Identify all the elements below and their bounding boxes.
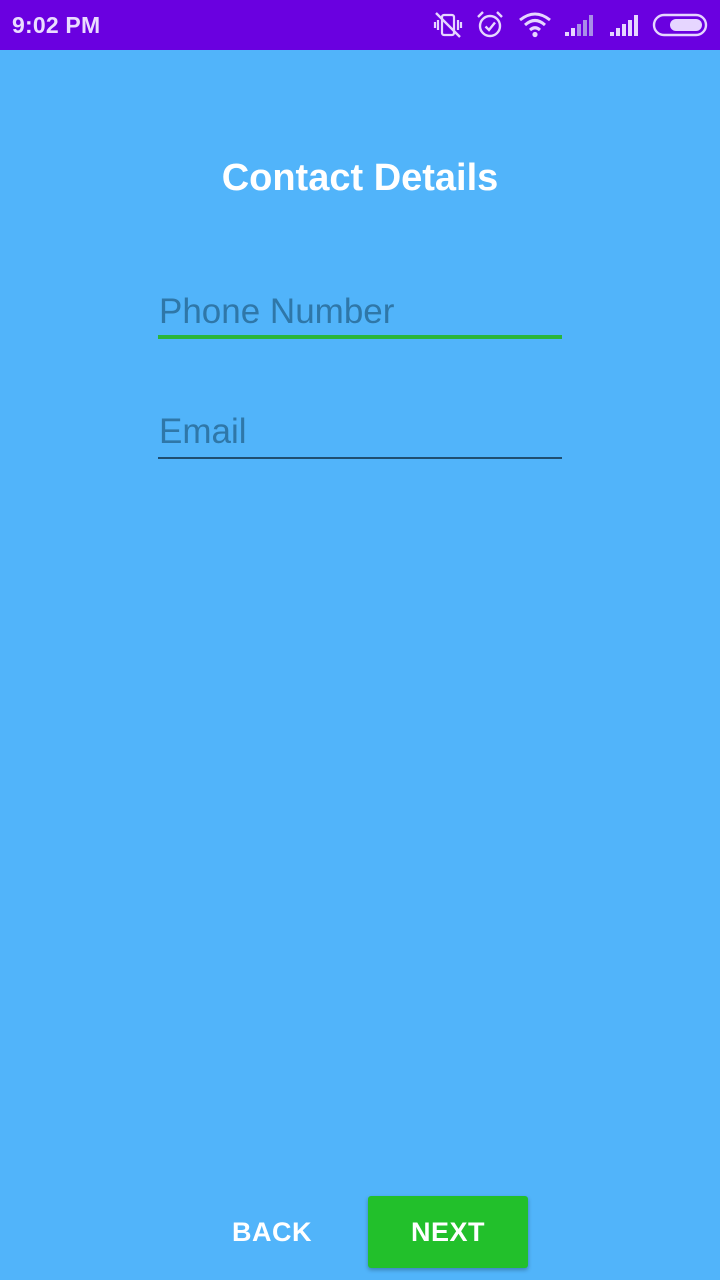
next-button[interactable]: NEXT	[368, 1196, 528, 1268]
alarm-icon	[474, 9, 506, 41]
vibrate-off-icon	[432, 9, 464, 41]
phone-number-field-container	[158, 289, 562, 339]
page-title: Contact Details	[221, 157, 499, 199]
back-button[interactable]: BACK	[212, 1196, 332, 1268]
signal-icon	[608, 9, 642, 41]
status-time: 9:02 PM	[12, 12, 101, 38]
battery-icon	[652, 9, 710, 41]
wifi-icon	[517, 9, 553, 41]
email-input[interactable]	[158, 409, 562, 459]
signal-weak-icon	[563, 9, 597, 41]
status-bar: 9:02 PM	[0, 0, 720, 50]
phone-number-input[interactable]	[158, 289, 562, 339]
phone-number-underline	[158, 335, 562, 339]
email-field-container	[158, 409, 562, 459]
email-underline	[158, 457, 562, 459]
